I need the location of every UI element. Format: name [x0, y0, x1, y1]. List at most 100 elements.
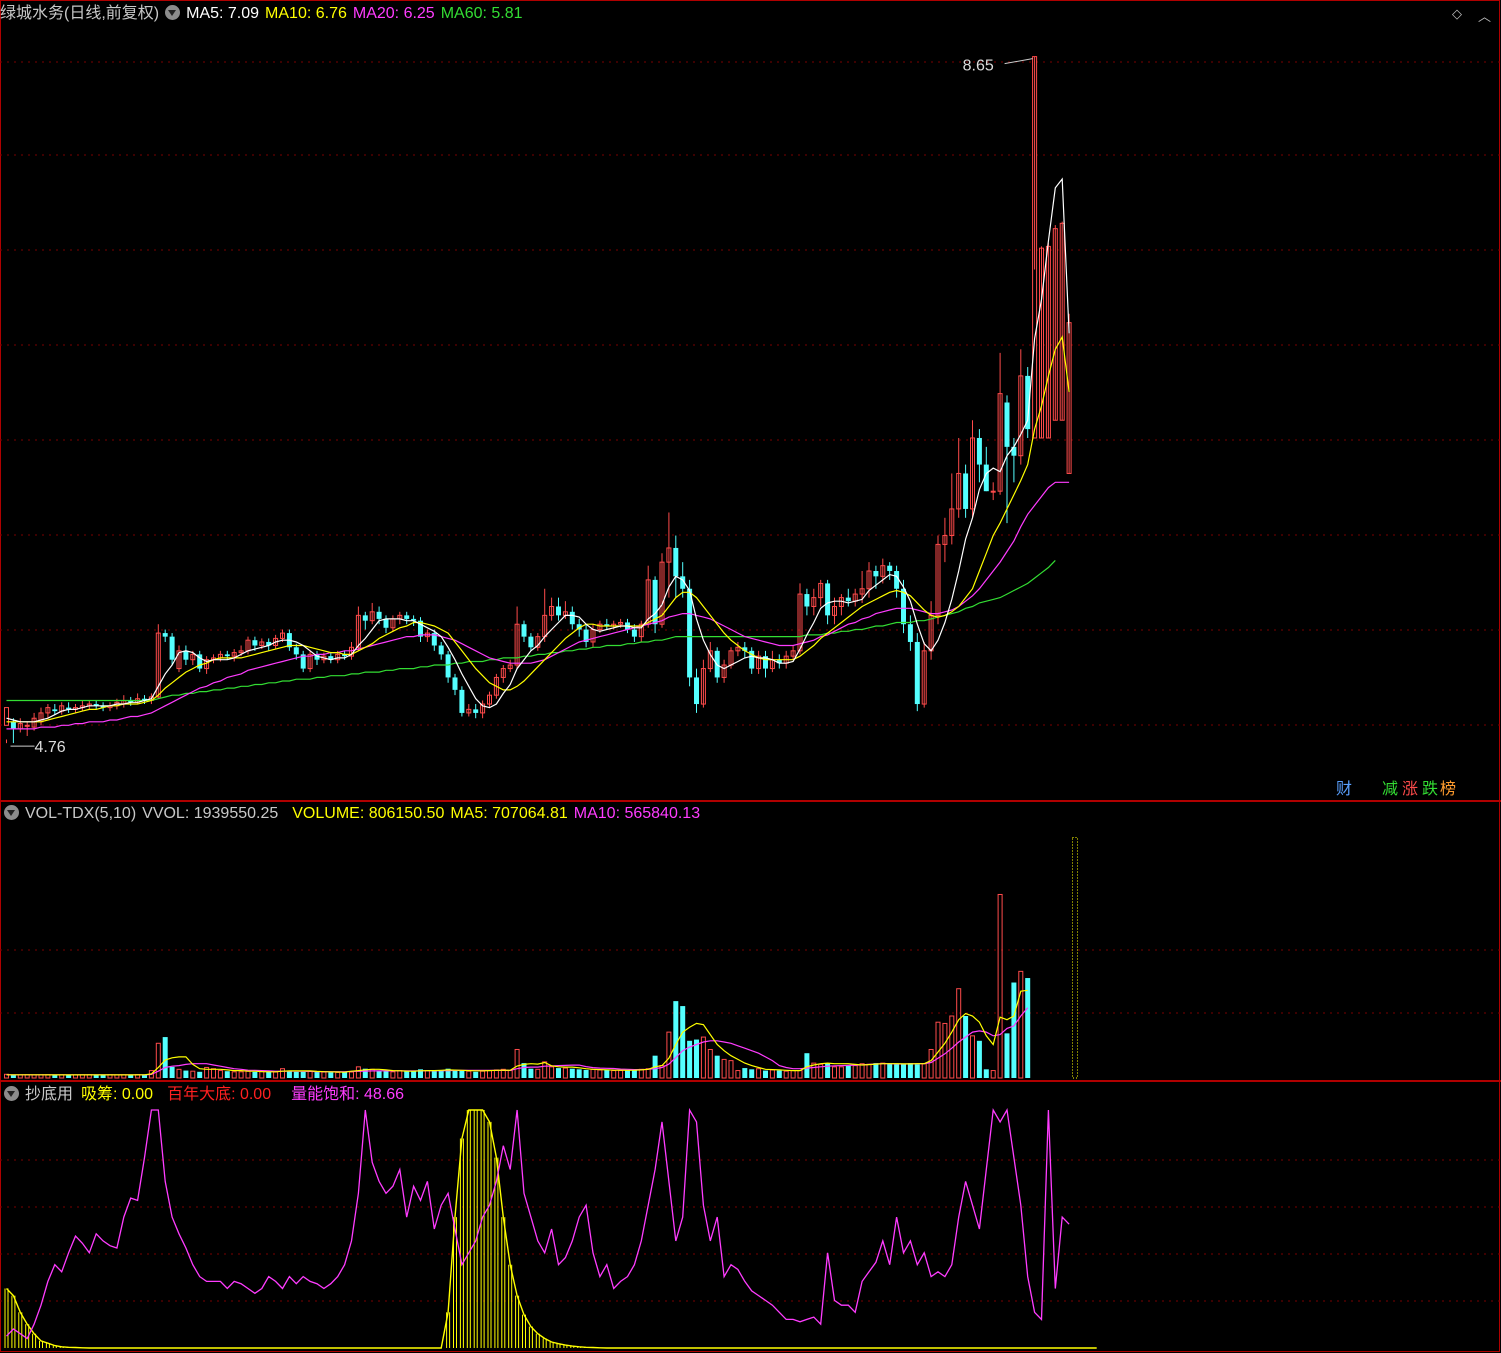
ind-name[interactable]: 抄底用: [25, 1086, 73, 1103]
low-price-label: 4.76: [35, 739, 66, 756]
ma10-readout: MA10: 6.76: [265, 5, 347, 22]
volume-bar: [211, 1068, 216, 1079]
reduce-tag[interactable]: 减: [1382, 780, 1398, 800]
volume-bar: [404, 1071, 410, 1078]
volume-bar: [749, 1069, 755, 1078]
volume-bar: [307, 1070, 313, 1079]
volume-bar: [169, 1066, 175, 1078]
liangneng-readout: 量能饱和: 48.66: [291, 1086, 405, 1103]
volume-bar: [321, 1071, 327, 1079]
stock-title[interactable]: 绿城水务(日线,前复权): [0, 5, 159, 22]
volume-bar: [535, 1068, 541, 1079]
volume-bar: [783, 1070, 789, 1079]
candle-body: [383, 618, 389, 628]
volume-bar: [680, 1006, 686, 1078]
volume-bar: [1004, 1033, 1010, 1078]
volume-bar: [956, 988, 962, 1079]
volume-bar: [1018, 970, 1024, 1079]
volume-bar: [700, 1036, 706, 1079]
vol-indicator-name[interactable]: VOL-TDX(5,10): [25, 805, 136, 822]
volume-bar: [31, 1074, 37, 1079]
candle-body: [521, 624, 527, 637]
candle-body: [452, 677, 458, 690]
volume-bar: [714, 1055, 720, 1078]
candle-body: [673, 547, 679, 577]
volume-bar: [397, 1070, 403, 1079]
candle-body: [224, 654, 230, 657]
volume-bar: [832, 1066, 837, 1079]
fall-tag[interactable]: 跌: [1422, 780, 1438, 800]
volume-bar: [914, 1064, 920, 1078]
volume-bar: [776, 1070, 782, 1078]
volume-bar: [894, 1064, 900, 1078]
candle-body: [52, 709, 58, 712]
volume-bar: [293, 1071, 299, 1078]
volume-bar: [183, 1070, 189, 1078]
stock-chart-window: 8.65 4.76 绿城水务(日线,前复权) MA5: 7.09 MA10: 6.76…: [0, 0, 1501, 1353]
chevron-down-icon[interactable]: [4, 1086, 19, 1101]
volume-bar: [583, 1069, 589, 1078]
finance-tag[interactable]: 财: [1336, 780, 1352, 800]
volume-bar: [514, 1048, 520, 1079]
volume-bar: [562, 1067, 568, 1079]
candle-body: [362, 615, 368, 621]
candle-body: [24, 724, 30, 727]
volume-bar: [556, 1068, 561, 1078]
volume-bar: [459, 1070, 465, 1078]
volume-bar: [383, 1071, 389, 1078]
volume-bar: [197, 1071, 203, 1078]
volume-bar: [638, 1068, 644, 1079]
candle-body: [438, 645, 444, 655]
candle-body: [914, 641, 920, 705]
volume-bar: [976, 1040, 982, 1078]
candle-body: [694, 677, 699, 705]
volume-bar: [238, 1071, 244, 1079]
volume-bar: [438, 1070, 444, 1078]
volume-bar: [424, 1070, 430, 1079]
volume-ma5-line: [6, 989, 1028, 1076]
liangneng-line: [6, 1107, 1070, 1340]
volume-bar: [707, 1048, 713, 1079]
volume-bar: [838, 1066, 844, 1079]
diamond-icon[interactable]: ◇: [1452, 6, 1462, 22]
chart-canvas[interactable]: 8.65 4.76: [0, 0, 1501, 1353]
volume-bar: [852, 1065, 858, 1079]
volume-header: VOL-TDX(5,10) VVOL: 1939550.25 VOLUME: 806…: [0, 802, 706, 826]
volume-bar: [328, 1072, 334, 1078]
chevron-up-icon[interactable]: ︿: [1478, 6, 1491, 25]
volume-bar: [866, 1063, 872, 1079]
volume-bar: [335, 1071, 341, 1079]
candle-body: [825, 583, 831, 616]
volume-bar: [597, 1069, 603, 1079]
candle-body: [4, 707, 9, 726]
chevron-down-icon[interactable]: [165, 5, 181, 20]
volume-bar: [990, 1070, 996, 1079]
candle-body: [963, 473, 969, 509]
volume-bar: [252, 1071, 258, 1078]
volume-bar: [997, 893, 1003, 1079]
xichou-readout: 吸筹: 0.00: [81, 1086, 154, 1103]
board-tag[interactable]: 榜: [1440, 780, 1456, 800]
chevron-down-icon[interactable]: [4, 805, 19, 820]
candle-body: [162, 633, 168, 637]
volume-bar: [542, 1061, 548, 1079]
candle-body: [183, 650, 189, 660]
volume-bar: [355, 1066, 361, 1079]
volume-bar: [266, 1071, 272, 1078]
volume-bar: [452, 1069, 458, 1078]
volume-bar: [721, 1058, 727, 1079]
volume-bar: [314, 1071, 320, 1078]
candle-body: [169, 636, 175, 660]
volume-bar: [300, 1071, 306, 1078]
volume-bar: [804, 1053, 810, 1078]
candle-body: [473, 709, 479, 713]
volume-bar: [273, 1071, 279, 1079]
rise-tag[interactable]: 涨: [1402, 780, 1418, 800]
volume-bar: [431, 1071, 437, 1078]
volume-bar: [1025, 978, 1031, 1078]
candle-body: [907, 624, 913, 642]
volume-bar: [825, 1063, 831, 1078]
candle-body: [10, 721, 16, 729]
candle-body: [569, 611, 575, 625]
volume-bar: [942, 1022, 948, 1079]
